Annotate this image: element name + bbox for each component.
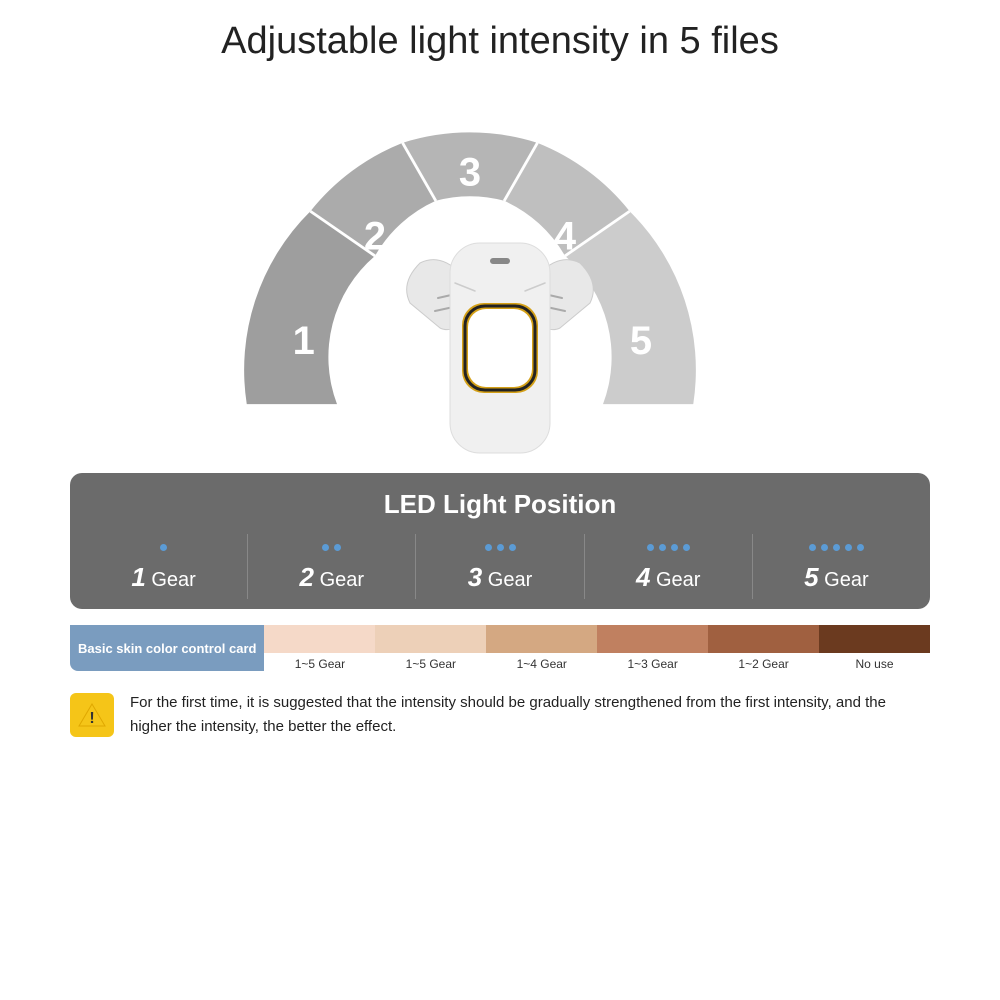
gear-cell-4: 4 Gear <box>585 534 753 599</box>
led-dot <box>833 544 840 551</box>
device-image <box>390 203 610 463</box>
led-dot <box>809 544 816 551</box>
gear-label: 1 Gear <box>131 562 196 593</box>
svg-text:!: ! <box>89 710 94 727</box>
led-dot <box>322 544 329 551</box>
led-table-title: LED Light Position <box>80 489 920 520</box>
skin-color-swatch <box>375 625 486 653</box>
led-dot <box>509 544 516 551</box>
svg-text:1: 1 <box>293 319 315 363</box>
skin-gear-label: 1~4 Gear <box>517 657 567 671</box>
warning-icon: ! <box>70 693 114 737</box>
skin-swatch-cell: 1~5 Gear <box>375 625 486 671</box>
skin-swatch-cell: 1~5 Gear <box>264 625 375 671</box>
gear-label: 4 Gear <box>636 562 701 593</box>
skin-color-row: Basic skin color control card 1~5 Gear1~… <box>70 625 930 671</box>
led-dot <box>671 544 678 551</box>
svg-text:5: 5 <box>630 319 652 363</box>
gear-cell-5: 5 Gear <box>753 534 920 599</box>
skin-gear-label: No use <box>856 657 894 671</box>
gear-cell-1: 1 Gear <box>80 534 248 599</box>
svg-text:2: 2 <box>364 214 386 258</box>
warning-text: For the first time, it is suggested that… <box>130 691 930 739</box>
page-title: Adjustable light intensity in 5 files <box>221 20 779 63</box>
skin-color-swatch <box>264 625 375 653</box>
gear-cell-2: 2 Gear <box>248 534 416 599</box>
led-dot <box>821 544 828 551</box>
svg-text:3: 3 <box>459 151 481 195</box>
led-dot <box>334 544 341 551</box>
gear-label: 3 Gear <box>468 562 533 593</box>
led-gear-row: 1 Gear 2 Gear 3 Gear 4 Gear 5 Gear <box>80 534 920 599</box>
skin-gear-label: 1~3 Gear <box>627 657 677 671</box>
skin-swatch-cell: 1~2 Gear <box>708 625 819 671</box>
gear-label: 5 Gear <box>804 562 869 593</box>
led-dot <box>497 544 504 551</box>
gear-label: 2 Gear <box>300 562 365 593</box>
led-dot <box>485 544 492 551</box>
skin-swatch-cell: 1~3 Gear <box>597 625 708 671</box>
skin-label: Basic skin color control card <box>70 625 264 671</box>
led-dot <box>683 544 690 551</box>
skin-swatch-cell: 1~4 Gear <box>486 625 597 671</box>
led-dot <box>857 544 864 551</box>
skin-swatches: 1~5 Gear 1~5 Gear 1~4 Gear 1~3 Gear 1~2 Gear… <box>264 625 930 671</box>
skin-color-swatch <box>486 625 597 653</box>
skin-color-swatch <box>597 625 708 653</box>
dial-section: 1 2 3 4 5 <box>150 83 850 463</box>
led-dot <box>845 544 852 551</box>
gear-cell-3: 3 Gear <box>416 534 584 599</box>
skin-swatch-cell: No use <box>819 625 930 671</box>
skin-color-swatch <box>819 625 930 653</box>
led-dot <box>160 544 167 551</box>
skin-gear-label: 1~5 Gear <box>406 657 456 671</box>
warning-section: ! For the first time, it is suggested th… <box>70 691 930 739</box>
led-dot <box>647 544 654 551</box>
led-dot <box>659 544 666 551</box>
skin-gear-label: 1~2 Gear <box>738 657 788 671</box>
skin-color-swatch <box>708 625 819 653</box>
skin-gear-label: 1~5 Gear <box>295 657 345 671</box>
led-table-section: LED Light Position 1 Gear 2 Gear 3 Gear 4 G… <box>70 473 930 609</box>
